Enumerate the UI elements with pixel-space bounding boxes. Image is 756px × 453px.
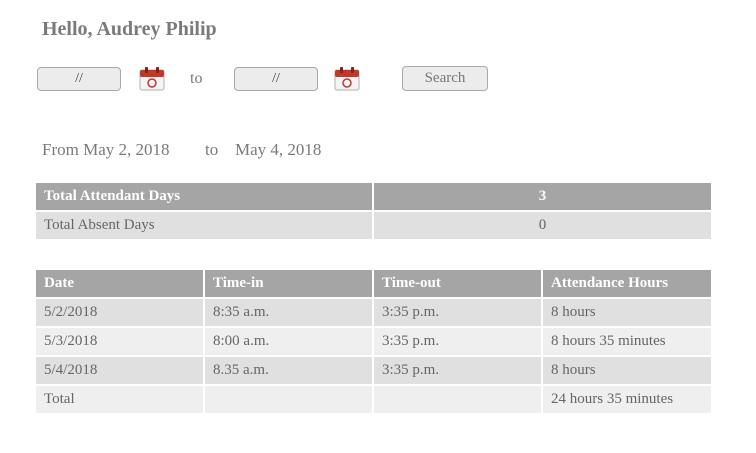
calendar-icon[interactable]: [334, 67, 360, 91]
total-cell-empty: [372, 384, 543, 415]
cell-date: 5/4/2018: [34, 355, 205, 386]
cell-time-out: 3:35 p.m.: [372, 355, 543, 386]
range-from-label: From May 2, 2018: [42, 140, 170, 159]
table-row: 5/2/2018 8:35 a.m. 3:35 p.m. 8 hours: [34, 297, 713, 328]
cell-date: 5/3/2018: [34, 326, 205, 357]
cell-time-out: 3:35 p.m.: [372, 297, 543, 328]
from-date-input[interactable]: [37, 67, 121, 91]
to-date-input[interactable]: [234, 67, 318, 91]
total-cell-empty: [203, 384, 374, 415]
column-header-time-out: Time-out: [372, 268, 543, 299]
table-row: 5/3/2018 8:00 a.m. 3:35 p.m. 8 hours 35 …: [34, 326, 713, 357]
range-to-label: to: [205, 140, 219, 159]
summary-row: Total Absent Days 0: [34, 210, 713, 241]
summary-row: Total Attendant Days 3: [34, 181, 713, 212]
table-row: 5/4/2018 8.35 a.m. 3:35 p.m. 8 hours: [34, 355, 713, 386]
summary-table: Total Attendant Days 3 Total Absent Days…: [34, 181, 713, 241]
column-header-time-in: Time-in: [203, 268, 374, 299]
cell-time-in: 8.35 a.m.: [203, 355, 374, 386]
cell-hours: 8 hours 35 minutes: [541, 326, 713, 357]
summary-value: 3: [372, 181, 713, 212]
total-label: Total: [34, 384, 205, 415]
total-hours: 24 hours 35 minutes: [541, 384, 713, 415]
summary-label: Total Absent Days: [34, 210, 374, 241]
to-label: to: [190, 70, 203, 87]
cell-hours: 8 hours: [541, 297, 713, 328]
total-row: Total 24 hours 35 minutes: [34, 384, 713, 415]
column-header-attendance-hours: Attendance Hours: [541, 268, 713, 299]
calendar-icon[interactable]: [139, 67, 165, 91]
table-header-row: Date Time-in Time-out Attendance Hours: [34, 268, 713, 299]
search-button[interactable]: Search: [402, 66, 488, 91]
summary-value: 0: [372, 210, 713, 241]
range-to-date: May 4, 2018: [235, 140, 322, 159]
cell-date: 5/2/2018: [34, 297, 205, 328]
column-header-date: Date: [34, 268, 205, 299]
cell-time-in: 8:35 a.m.: [203, 297, 374, 328]
attendance-table: Date Time-in Time-out Attendance Hours 5…: [34, 268, 713, 415]
cell-hours: 8 hours: [541, 355, 713, 386]
cell-time-out: 3:35 p.m.: [372, 326, 543, 357]
summary-label: Total Attendant Days: [34, 181, 374, 212]
cell-time-in: 8:00 a.m.: [203, 326, 374, 357]
greeting-heading: Hello, Audrey Philip: [42, 18, 217, 40]
